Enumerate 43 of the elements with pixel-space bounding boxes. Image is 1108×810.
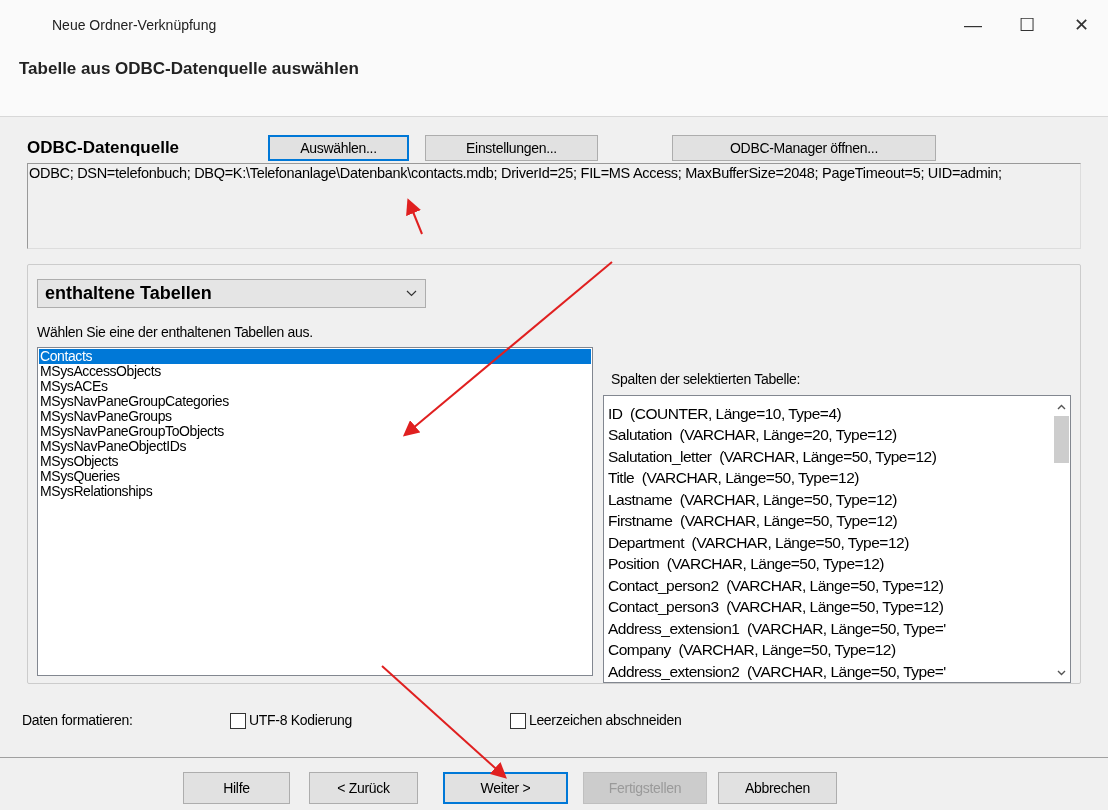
hint-text: Wählen Sie eine der enthaltenen Tabellen aus.: [37, 323, 313, 342]
format-label: Daten formatieren:: [22, 711, 134, 730]
action-button[interactable]: Auswählen...: [268, 135, 409, 161]
column-item: Lastname (VARCHAR, Länge=50, Type=12): [608, 489, 897, 510]
action-button[interactable]: Einstellungen...: [425, 135, 598, 161]
action-button[interactable]: ODBC-Manager öffnen...: [672, 135, 936, 161]
checkbox-label: UTF-8 Kodierung: [249, 711, 352, 730]
table-item[interactable]: MSysNavPaneObjectIDs: [39, 439, 591, 454]
column-item: Contact_person3 (VARCHAR, Länge=50, Type=12): [608, 597, 944, 618]
column-item: ID (COUNTER, Länge=10, Type=4): [608, 404, 842, 424]
dropdown[interactable]: enthaltene Tabellen: [37, 279, 426, 308]
column-item: Firstname (VARCHAR, Länge=50, Type=12): [608, 511, 898, 532]
column-item: Position (VARCHAR, Länge=50, Type=12): [608, 554, 884, 575]
wizard-button[interactable]: Hilfe: [183, 772, 290, 804]
wizard-button[interactable]: < Zurück: [309, 772, 418, 804]
column-item: Department (VARCHAR, Länge=50, Type=12): [608, 532, 909, 553]
table-item[interactable]: MSysAccessObjects: [39, 364, 591, 379]
wizard-button[interactable]: Abbrechen: [718, 772, 837, 804]
connection-string: ODBC; DSN=telefonbuch; DBQ=K:\Telefonanlage\Datenbank\contacts.mdb; DriverId=25; FIL=MS Access; MaxBufferSize=2048; PageTimeout=5; UID=admin;: [27, 163, 1081, 249]
page-heading: Tabelle aus ODBC-Datenquelle auswählen: [19, 58, 359, 80]
section-label: ODBC-Datenquelle: [27, 136, 181, 159]
column-item: Address_extension1 (VARCHAR, Länge=50, Type=': [608, 618, 946, 639]
table-item[interactable]: MSysRelationships: [39, 484, 591, 499]
close-button[interactable]: ✕: [1054, 0, 1108, 50]
column-item: Salutation_letter (VARCHAR, Länge=50, Type=12): [608, 446, 937, 467]
table-item[interactable]: Contacts: [39, 349, 591, 364]
column-item: Salutation (VARCHAR, Länge=20, Type=12): [608, 425, 897, 446]
checkbox-label: Leerzeichen abschneiden: [528, 711, 682, 730]
window-title: Neue Ordner-Verknüpfung: [52, 15, 218, 35]
table-item[interactable]: MSysNavPaneGroups: [39, 409, 591, 424]
minimize-button[interactable]: —: [946, 0, 1000, 50]
wizard-button[interactable]: Weiter >: [443, 772, 568, 804]
column-item: Address_extension2 (VARCHAR, Länge=50, Type=': [608, 661, 946, 682]
table-item[interactable]: MSysObjects: [39, 454, 591, 469]
table-item[interactable]: MSysACEs: [39, 379, 591, 394]
maximize-button[interactable]: ☐: [1000, 0, 1054, 50]
column-item: Contact_person2 (VARCHAR, Länge=50, Type=12): [608, 575, 944, 596]
column-item: Title (VARCHAR, Länge=50, Type=12): [608, 468, 860, 489]
table-item[interactable]: MSysNavPaneGroupToObjects: [39, 424, 591, 439]
table-item[interactable]: MSysNavPaneGroupCategories: [39, 394, 591, 409]
columns-label: Spalten der selektierten Tabelle:: [611, 370, 801, 389]
column-item: Company (VARCHAR, Länge=50, Type=12): [608, 640, 896, 661]
table-item[interactable]: MSysQueries: [39, 469, 591, 484]
